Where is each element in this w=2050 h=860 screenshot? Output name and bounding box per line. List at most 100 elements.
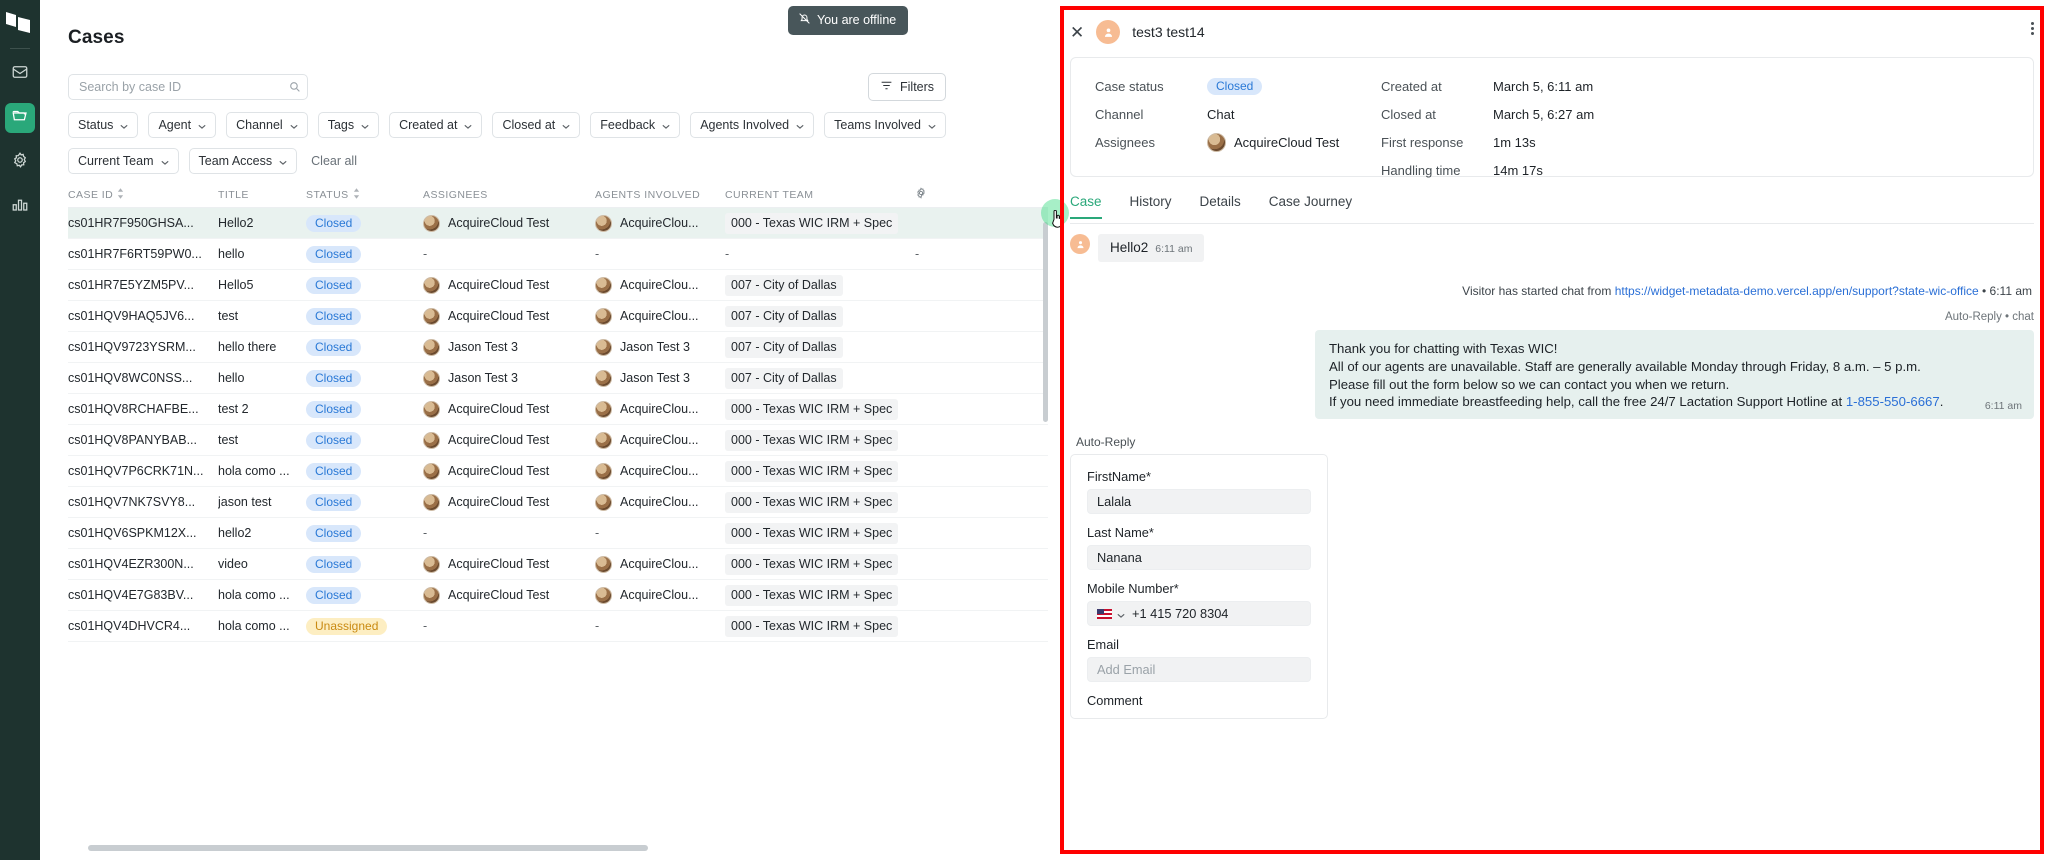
tab-details[interactable]: Details <box>1200 194 1241 217</box>
field-input-email[interactable]: Add Email <box>1087 657 1311 683</box>
table-row[interactable]: cs01HQV9HAQ5JV6... test Closed AcquireCloud… <box>68 301 1048 332</box>
table-row[interactable]: cs01HQV8RCHAFBE... test 2 Closed AcquireClo… <box>68 394 1048 425</box>
column-header-status[interactable]: STATUS <box>306 187 423 202</box>
sidebar-item-cases[interactable] <box>5 103 35 133</box>
filter-chip-label: Current Team <box>78 154 154 168</box>
close-icon[interactable]: ✕ <box>1070 24 1084 41</box>
table-row[interactable]: cs01HQV7NK7SVY8... jason test Closed Acquir… <box>68 487 1048 518</box>
cell-current-team: 000 - Texas WIC IRM + Spec <box>725 615 915 637</box>
filter-chip-current-team[interactable]: Current Team <box>68 148 179 174</box>
cell-agents-involved: AcquireClou... <box>595 214 725 232</box>
table-row[interactable]: cs01HQV4E7G83BV... hola como ... Closed Acq… <box>68 580 1048 611</box>
cell-title: hola como ... <box>218 588 290 602</box>
empty-value: - <box>595 526 600 540</box>
cell-case-id[interactable]: cs01HQV8PANYBAB... <box>68 433 218 447</box>
empty-value: - <box>595 247 600 261</box>
empty-value: - <box>725 247 730 261</box>
team-tag: 000 - Texas WIC IRM + Spec <box>725 212 899 234</box>
cell-assignees: AcquireCloud Test <box>423 400 595 418</box>
cell-case-id[interactable]: cs01HQV4E7G83BV... <box>68 588 218 602</box>
table-row[interactable]: cs01HQV6SPKM12X... hello2 Closed - - 000 - Te… <box>68 518 1048 549</box>
field-input-firstname-[interactable]: Lalala <box>1087 489 1311 515</box>
sidebar-item-analytics[interactable] <box>5 191 35 221</box>
filter-chip-team-access[interactable]: Team Access <box>188 148 298 174</box>
cell-case-id[interactable]: cs01HQV9723YSRM... <box>68 340 218 354</box>
table-row[interactable]: cs01HR7F6RT59PW0... hello Closed - - - - <box>68 239 1048 270</box>
autoreply-line-3: Please fill out the form below so we can… <box>1329 376 1730 392</box>
form-field-list: FirstName* Lalala Last Name* Nanana Mobile N… <box>1087 469 1311 683</box>
cell-status: Closed <box>306 493 423 511</box>
table-row[interactable]: cs01HQV7P6CRK71N... hola como ... Closed Ac… <box>68 456 1048 487</box>
column-header-case-id[interactable]: CASE ID <box>68 187 218 202</box>
cell-agents-involved: Jason Test 3 <box>595 369 725 387</box>
cell-case-id[interactable]: cs01HQV8WC0NSS... <box>68 371 218 385</box>
filter-chip-status[interactable]: Status <box>68 112 139 138</box>
table-vertical-scrollbar[interactable] <box>1043 222 1048 422</box>
person-name: AcquireCloud Test <box>448 557 550 571</box>
cell-case-id[interactable]: cs01HQV6SPKM12X... <box>68 526 218 540</box>
filter-chip-tags[interactable]: Tags <box>317 112 380 138</box>
filter-chip-teams-involved[interactable]: Teams Involved <box>824 112 946 138</box>
chat-source-link[interactable]: https://widget-metadata-demo.vercel.app/… <box>1615 284 1979 298</box>
table-row[interactable]: cs01HQV8PANYBAB... test Closed AcquireCloud… <box>68 425 1048 456</box>
cell-assignees: AcquireCloud Test <box>423 307 595 325</box>
cell-assignees: AcquireCloud Test <box>423 462 595 480</box>
meta-value: Closed <box>1207 77 1263 95</box>
tab-history[interactable]: History <box>1130 194 1172 217</box>
cell-case-id[interactable]: cs01HQV4EZR300N... <box>68 557 218 571</box>
cell-case-id[interactable]: cs01HR7F950GHSA... <box>68 216 218 230</box>
cell-current-team: 007 - City of Dallas <box>725 336 915 358</box>
cell-case-id[interactable]: cs01HQV4DHVCR4... <box>68 619 218 633</box>
filter-chip-created-at[interactable]: Created at <box>389 112 483 138</box>
meta-value: 1m 13s <box>1493 134 1536 150</box>
filter-chip-agent[interactable]: Agent <box>148 112 217 138</box>
cell-assignees: AcquireCloud Test <box>423 555 595 573</box>
table-row[interactable]: cs01HQV8WC0NSS... hello Closed Jason Test 3… <box>68 363 1048 394</box>
filter-chip-closed-at[interactable]: Closed at <box>492 112 581 138</box>
filter-chip-channel[interactable]: Channel <box>226 112 308 138</box>
tab-case[interactable]: Case <box>1070 194 1102 219</box>
table-settings-button[interactable] <box>915 187 975 202</box>
person-name: AcquireClou... <box>620 433 699 447</box>
clear-all-button[interactable]: Clear all <box>311 154 357 168</box>
hotline-phone-link[interactable]: 1-855-550-6667 <box>1846 394 1940 409</box>
sidebar-item-settings[interactable] <box>5 147 35 177</box>
field-input-last-name-[interactable]: Nanana <box>1087 545 1311 571</box>
table-row[interactable]: cs01HR7E5YZM5PV... Hello5 Closed AcquireClo… <box>68 270 1048 301</box>
kebab-menu-icon[interactable] <box>2031 22 2034 35</box>
cell-title: test <box>218 309 239 323</box>
message-timestamp: 6:11 am <box>1984 400 2022 413</box>
avatar <box>423 586 440 604</box>
cell-case-id[interactable]: cs01HQV9HAQ5JV6... <box>68 309 218 323</box>
sort-icon[interactable] <box>353 187 360 202</box>
offline-status-button[interactable]: You are offline <box>788 6 909 35</box>
table-row[interactable]: cs01HR7F950GHSA... Hello2 Closed AcquireClo… <box>68 208 1048 239</box>
filter-chip-feedback[interactable]: Feedback <box>590 112 681 138</box>
cell-case-id[interactable]: cs01HQV7P6CRK71N... <box>68 464 218 478</box>
table-row[interactable]: cs01HQV9723YSRM... hello there Closed Jason… <box>68 332 1048 363</box>
field-input-mobile-number-[interactable]: +1 415 720 8304 <box>1087 601 1311 627</box>
table-row[interactable]: cs01HQV4DHVCR4... hola como ... Unassigned… <box>68 611 1048 642</box>
cell-title: hello2 <box>218 526 252 540</box>
cell-title: hello there <box>218 340 277 354</box>
chevron-down-icon[interactable] <box>1117 606 1125 621</box>
filter-chip-agents-involved[interactable]: Agents Involved <box>690 112 815 138</box>
filters-button[interactable]: Filters <box>868 73 947 101</box>
sort-icon[interactable] <box>117 187 124 202</box>
sidebar-item-inbox[interactable] <box>5 59 35 89</box>
field-label: FirstName* <box>1087 469 1151 485</box>
system-suffix: • 6:11 am <box>1978 284 2032 298</box>
chevron-down-icon <box>120 118 129 132</box>
status-badge: Closed <box>1207 77 1263 95</box>
table-horizontal-scrollbar[interactable] <box>88 845 648 851</box>
cell-case-id[interactable]: cs01HQV7NK7SVY8... <box>68 495 218 509</box>
table-header-row: CASE ID TITLE STATUS ASSIGNEES AGENTS INVOLV… <box>68 182 1048 208</box>
cell-case-id[interactable]: cs01HQV8RCHAFBE... <box>68 402 218 416</box>
search-input[interactable] <box>68 74 308 100</box>
cell-case-id[interactable]: cs01HR7F6RT59PW0... <box>68 247 218 261</box>
tab-case-journey[interactable]: Case Journey <box>1269 194 1352 217</box>
search-icon[interactable] <box>288 80 301 93</box>
table-row[interactable]: cs01HQV4EZR300N... video Closed AcquireClou… <box>68 549 1048 580</box>
cell-title: jason test <box>218 495 272 509</box>
cell-case-id[interactable]: cs01HR7E5YZM5PV... <box>68 278 218 292</box>
